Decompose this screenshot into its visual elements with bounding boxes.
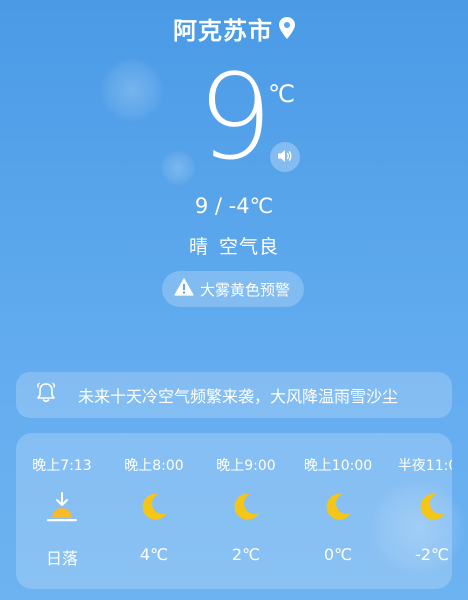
hourly-value: 0℃ — [323, 545, 353, 564]
notice-text: 未来十天冷空气频繁来袭，大风降温雨雪沙尘 — [78, 387, 399, 406]
bell-icon — [36, 382, 56, 408]
voice-broadcast-button[interactable] — [270, 142, 300, 172]
weather-label: 晴 — [188, 236, 209, 258]
sunset-icon — [45, 491, 79, 523]
hourly-item: 晚上7:13 日落 — [16, 433, 108, 589]
temperature-range: 9 / -4℃ — [194, 194, 274, 218]
moon-icon — [230, 491, 262, 523]
temperature-unit: ℃ — [268, 80, 295, 108]
hourly-item: 晚上9:00 2℃ — [200, 433, 292, 589]
weather-condition: 晴空气良 — [0, 232, 468, 259]
hourly-item: 半夜11:00 -2℃ — [386, 433, 452, 589]
hourly-value: 4℃ — [139, 545, 169, 564]
weather-notice-banner[interactable]: 未来十天冷空气频繁来袭，大风降温雨雪沙尘 — [16, 372, 452, 418]
hourly-value: -2℃ — [415, 545, 449, 564]
location-pin-icon — [279, 17, 295, 39]
hourly-time: 晚上8:00 — [124, 458, 184, 474]
hourly-time: 晚上10:00 — [303, 458, 373, 474]
current-temperature: 9 — [197, 48, 272, 186]
location-header[interactable]: 阿克苏市 — [0, 10, 468, 46]
moon-icon — [416, 491, 448, 523]
warning-triangle-icon — [174, 278, 194, 300]
hourly-time: 晚上9:00 — [216, 458, 276, 474]
city-name: 阿克苏市 — [173, 16, 273, 45]
hourly-forecast-panel[interactable]: 晚上7:13 日落 晚上8:00 4℃ 晚上9:00 2℃ 晚上10:00 0℃… — [16, 433, 452, 589]
hourly-value: 日落 — [45, 549, 78, 568]
weather-warning-button[interactable]: 大雾黄色预警 — [162, 271, 305, 307]
speaker-icon — [277, 148, 293, 167]
air-quality-label[interactable]: 空气良 — [219, 236, 279, 258]
warning-label: 大雾黄色预警 — [200, 280, 291, 299]
hourly-item: 晚上10:00 0℃ — [292, 433, 384, 589]
hourly-value: 2℃ — [231, 545, 261, 564]
moon-icon — [138, 491, 170, 523]
hourly-item: 晚上8:00 4℃ — [108, 433, 200, 589]
hourly-time: 半夜11:00 — [397, 458, 452, 474]
hourly-time: 晚上7:13 — [32, 458, 92, 474]
moon-icon — [322, 491, 354, 523]
